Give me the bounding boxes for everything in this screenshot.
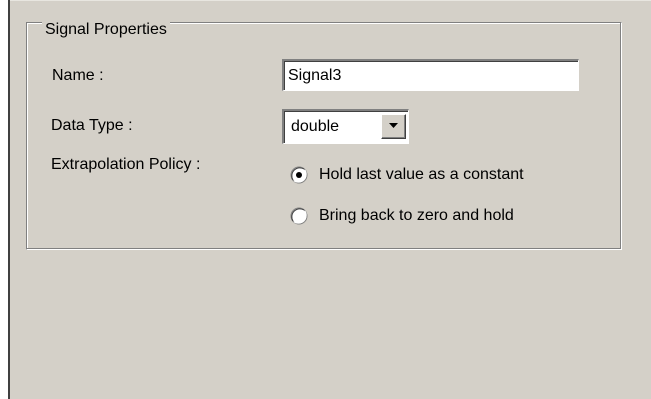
- signal-properties-title: Signal Properties: [42, 20, 170, 40]
- panel-top-edge: [10, 0, 651, 1]
- radio-bring-back-to-zero[interactable]: Bring back to zero and hold: [290, 205, 590, 229]
- radio-selected-icon[interactable]: [290, 166, 308, 184]
- data-type-select[interactable]: double: [282, 109, 409, 144]
- name-field[interactable]: [282, 59, 579, 91]
- radio-bring-back-to-zero-label: Bring back to zero and hold: [319, 207, 514, 224]
- data-type-value: double: [291, 118, 340, 135]
- radio-unselected-icon[interactable]: [290, 207, 308, 225]
- chevron-down-icon: [389, 123, 398, 128]
- data-type-label: Data Type :: [51, 117, 133, 134]
- radio-hold-last-value-label: Hold last value as a constant: [319, 166, 524, 183]
- name-label: Name :: [52, 67, 104, 84]
- radio-hold-last-value[interactable]: Hold last value as a constant: [290, 164, 610, 188]
- data-type-dropdown-button[interactable]: [381, 114, 406, 139]
- extrapolation-policy-label: Extrapolation Policy :: [51, 156, 201, 173]
